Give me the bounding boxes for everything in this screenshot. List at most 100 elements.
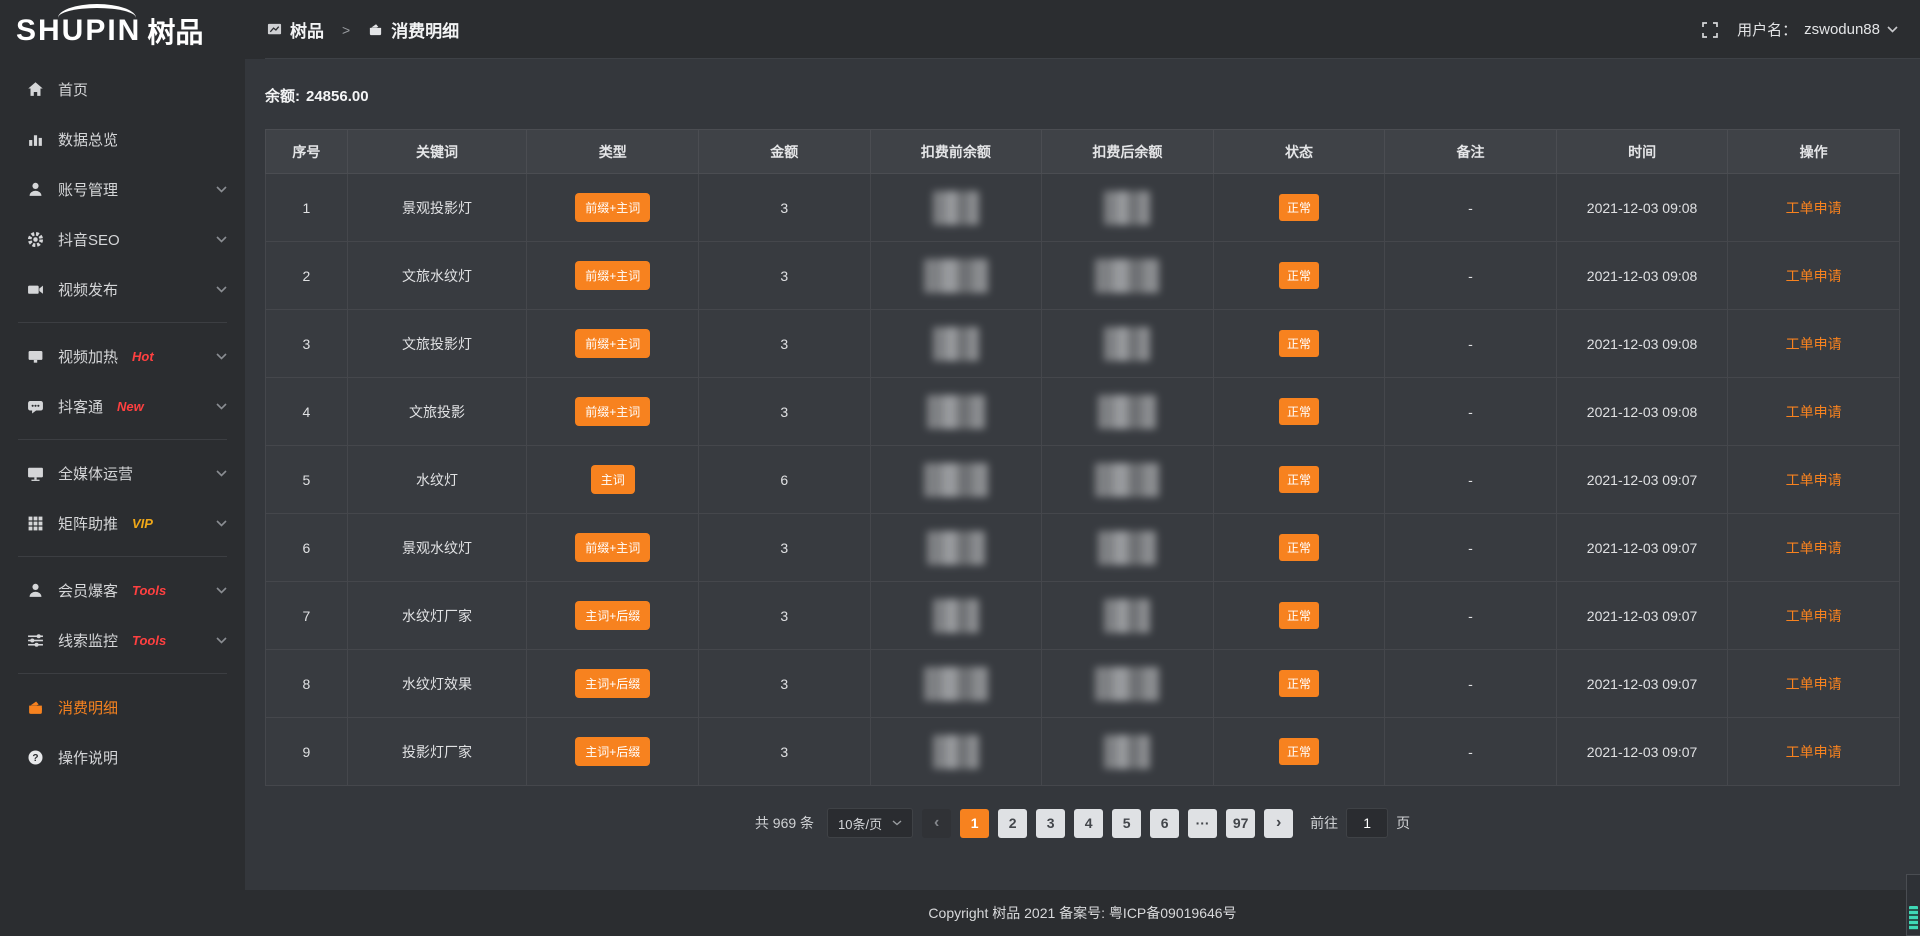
sidebar-item-home[interactable]: 首页 [0,64,245,114]
cell-balance-after [1042,650,1214,718]
cell-time: 2021-12-03 09:07 [1556,650,1728,718]
page-number-button[interactable]: 1 [960,809,989,838]
cell-keyword: 水纹灯 [347,446,527,514]
sidebar-item-data-overview[interactable]: 数据总览 [0,114,245,164]
cell-status: 正常 [1213,174,1385,242]
cell-type: 主词+后缀 [527,718,699,786]
sidebar-item-douketong[interactable]: 抖客通 New [0,381,245,431]
cell-amount: 3 [698,718,870,786]
cell-keyword: 水纹灯厂家 [347,582,527,650]
sidebar-item-consumption-detail[interactable]: 消费明细 [0,682,245,732]
logo-arc-decoration [58,4,136,18]
tv-heat-icon [27,348,44,365]
cell-keyword: 景观投影灯 [347,174,527,242]
status-badge: 正常 [1279,330,1319,357]
sidebar-item-douyin-seo[interactable]: 抖音SEO [0,214,245,264]
app-window: SHUPIN 树品 首页 数据总览 账号管理 抖音SEO [0,0,1920,936]
cell-status: 正常 [1213,582,1385,650]
work-order-link[interactable]: 工单申请 [1786,540,1842,556]
sidebar-item-label: 线索监控 [58,630,118,651]
bar-chart-icon [27,131,44,148]
page-number-button[interactable]: 4 [1074,809,1103,838]
sidebar-item-label: 首页 [58,79,88,100]
sidebar-item-all-media[interactable]: 全媒体运营 [0,448,245,498]
page-number-button[interactable]: 5 [1112,809,1141,838]
col-status: 状态 [1213,130,1385,174]
sidebar-item-instructions[interactable]: ? 操作说明 [0,732,245,782]
sliders-icon [27,632,44,649]
breadcrumb: 树品 > 消费明细 [267,17,459,42]
table-header: 序号 关键词 类型 金额 扣费前余额 扣费后余额 状态 备注 时间 操作 [266,130,1900,174]
cell-balance-after [1042,242,1214,310]
sidebar-item-matrix-boost[interactable]: 矩阵助推 VIP [0,498,245,548]
masked-balance-blur [1104,599,1150,633]
wallet-icon [368,22,383,37]
type-badge: 主词+后缀 [575,669,650,698]
balance-value: 24856.00 [306,88,369,105]
cell-index: 7 [266,582,348,650]
total-count: 共 969 条 [755,813,814,833]
cell-type: 前缀+主词 [527,174,699,242]
sidebar-item-account-management[interactable]: 账号管理 [0,164,245,214]
page-number-button[interactable]: ··· [1188,809,1217,838]
sidebar-item-label: 数据总览 [58,129,118,150]
breadcrumb-home[interactable]: 树品 [290,17,324,42]
work-order-link[interactable]: 工单申请 [1786,404,1842,420]
breadcrumb-current: 消费明细 [391,17,459,42]
prev-page-button[interactable]: ‹ [922,809,951,838]
chevron-down-icon [892,820,902,826]
scrollbar[interactable] [1906,874,1920,936]
work-order-link[interactable]: 工单申请 [1786,336,1842,352]
page-size-select[interactable]: 10条/页 [827,808,913,838]
page-number-button[interactable]: 6 [1150,809,1179,838]
cell-amount: 3 [698,174,870,242]
page-number-button[interactable]: 97 [1226,809,1255,838]
cell-time: 2021-12-03 09:07 [1556,446,1728,514]
chevron-down-icon [216,520,227,527]
work-order-link[interactable]: 工单申请 [1786,676,1842,692]
cell-time: 2021-12-03 09:07 [1556,718,1728,786]
cell-balance-after [1042,310,1214,378]
grid-icon [27,515,44,532]
masked-balance-blur [1098,395,1156,429]
col-index: 序号 [266,130,348,174]
cell-amount: 6 [698,446,870,514]
sidebar-item-video-publish[interactable]: 视频发布 [0,264,245,314]
sidebar-item-label: 视频发布 [58,279,118,300]
sidebar-item-lead-monitor[interactable]: 线索监控 Tools [0,615,245,665]
work-order-link[interactable]: 工单申请 [1786,200,1842,216]
cell-amount: 3 [698,310,870,378]
table-body: 1 景观投影灯 前缀+主词 3 正常 - 2021-12-03 09:08 工单… [266,174,1900,786]
consumption-table: 序号 关键词 类型 金额 扣费前余额 扣费后余额 状态 备注 时间 操作 [265,129,1900,786]
cell-index: 9 [266,718,348,786]
masked-balance-blur [933,327,979,361]
work-order-link[interactable]: 工单申请 [1786,472,1842,488]
sidebar-item-label: 抖客通 [58,396,103,417]
logo-text-en: SHUPIN [16,14,141,48]
work-order-link[interactable]: 工单申请 [1786,608,1842,624]
status-badge: 正常 [1279,738,1319,765]
chevron-down-icon [216,403,227,410]
sidebar-item-member-burst[interactable]: 会员爆客 Tools [0,565,245,615]
scrollbar-thumb[interactable] [1909,906,1918,930]
work-order-link[interactable]: 工单申请 [1786,744,1842,760]
page-number-button[interactable]: 3 [1036,809,1065,838]
col-remark: 备注 [1385,130,1557,174]
sidebar-divider [18,556,227,557]
fullscreen-icon[interactable] [1701,21,1719,39]
work-order-link[interactable]: 工单申请 [1786,268,1842,284]
cell-remark: - [1385,514,1557,582]
sidebar-item-video-heat[interactable]: 视频加热 Hot [0,331,245,381]
masked-balance-blur [1095,259,1159,293]
user-dropdown[interactable]: 用户名：zswodun88 [1737,19,1898,40]
page-footer: Copyright 树品 2021 备案号: 粤ICP备09019646号 [245,890,1920,936]
chevron-down-icon [216,353,227,360]
user-icon [27,181,44,198]
cell-keyword: 投影灯厂家 [347,718,527,786]
next-page-button[interactable]: › [1264,809,1293,838]
goto-page-input[interactable] [1346,808,1388,838]
page-number-button[interactable]: 2 [998,809,1027,838]
sidebar-item-label: 会员爆客 [58,580,118,601]
masked-balance-blur [1104,191,1150,225]
cell-index: 4 [266,378,348,446]
